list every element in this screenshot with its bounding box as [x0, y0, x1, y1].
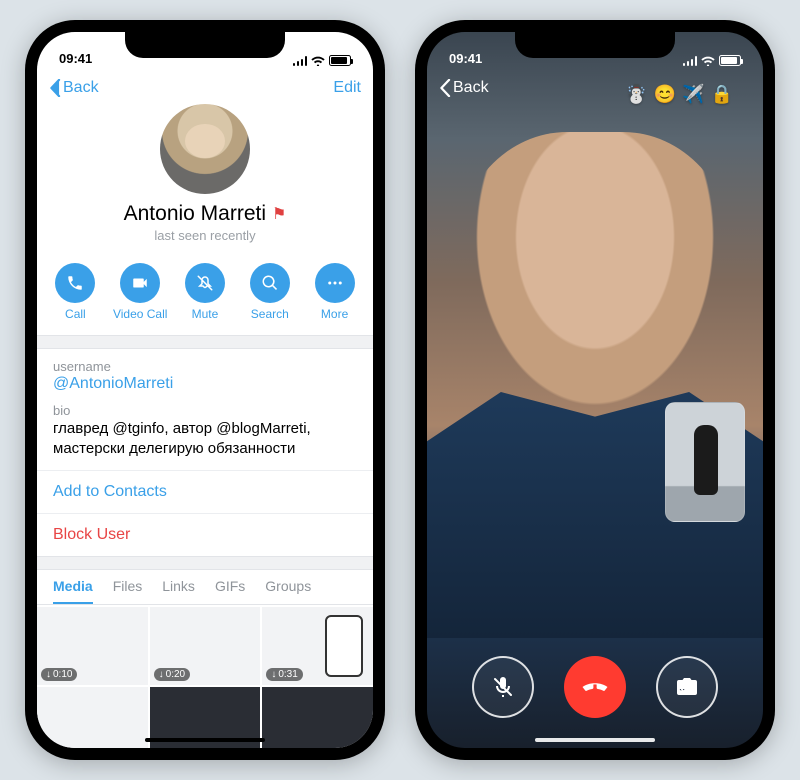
- status-right: [293, 55, 352, 66]
- divider-2: [37, 556, 373, 570]
- media-duration: ↓0:20: [154, 668, 190, 681]
- lock-icon: 🔒: [711, 84, 733, 105]
- media-thumb[interactable]: ↓0:31: [262, 607, 373, 685]
- profile-header: Antonio Marreti ⚑ last seen recently: [37, 108, 373, 253]
- tab-media[interactable]: Media: [53, 578, 93, 604]
- back-button[interactable]: Back: [49, 79, 99, 97]
- tab-links[interactable]: Links: [162, 578, 195, 604]
- emoji-icon: ☃️: [625, 84, 647, 105]
- mute-mic-button[interactable]: [472, 656, 534, 718]
- username-label: username: [53, 359, 357, 374]
- profile-screen: 09:41 Back Edit Antonio Marreti ⚑ last s…: [37, 32, 373, 748]
- status-right: [683, 55, 742, 66]
- emoji-icon: ✈️: [682, 84, 704, 105]
- display-name-text: Antonio Marreti: [124, 202, 266, 226]
- mute-label: Mute: [192, 307, 219, 321]
- search-button[interactable]: Search: [242, 263, 298, 321]
- block-user-button[interactable]: Block User: [37, 513, 373, 556]
- tabs: Media Files Links GIFs Groups: [37, 570, 373, 605]
- wifi-icon: [701, 55, 715, 66]
- bio-label: bio: [53, 403, 357, 418]
- bio-value: главред @tginfo, автор @blogMarreti, мас…: [53, 419, 357, 460]
- microphone-icon: [491, 675, 515, 699]
- info-section: username @AntonioMarreti bio главред @tg…: [37, 349, 373, 470]
- phone-icon: [66, 274, 84, 292]
- mute-button[interactable]: Mute: [177, 263, 233, 321]
- flag-icon: ⚑: [272, 204, 286, 224]
- signal-icon: [293, 56, 308, 66]
- phone-right: 09:41 Back ☃️ 😊 ✈️ 🔒: [415, 20, 775, 760]
- search-icon: [261, 274, 279, 292]
- status-time: 09:41: [59, 51, 92, 66]
- media-thumb[interactable]: ↓0:20: [150, 607, 261, 685]
- tab-groups[interactable]: Groups: [265, 578, 311, 604]
- hangup-icon: [580, 672, 610, 702]
- back-label: Back: [63, 79, 99, 97]
- add-to-contacts-button[interactable]: Add to Contacts: [37, 470, 373, 513]
- nav-bar: Back Edit: [37, 68, 373, 108]
- home-indicator[interactable]: [535, 738, 655, 742]
- video-label: Video Call: [113, 307, 167, 321]
- media-thumb[interactable]: [37, 687, 148, 749]
- flip-camera-button[interactable]: [656, 656, 718, 718]
- self-view-pip[interactable]: [665, 402, 745, 522]
- notch: [515, 32, 675, 58]
- mute-icon: [196, 274, 214, 292]
- phone-left: 09:41 Back Edit Antonio Marreti ⚑ last s…: [25, 20, 385, 760]
- media-duration: ↓0:10: [41, 668, 77, 681]
- search-label: Search: [251, 307, 289, 321]
- remote-video-feed: [457, 132, 733, 432]
- wifi-icon: [311, 55, 325, 66]
- video-call-button[interactable]: Video Call: [112, 263, 168, 321]
- last-seen: last seen recently: [154, 228, 255, 243]
- display-name: Antonio Marreti ⚑: [124, 202, 287, 226]
- battery-icon: [329, 55, 351, 66]
- signal-icon: [683, 56, 698, 66]
- more-label: More: [321, 307, 348, 321]
- end-call-button[interactable]: [564, 656, 626, 718]
- download-icon: ↓: [159, 669, 164, 680]
- video-icon: [131, 274, 149, 292]
- more-button[interactable]: More: [307, 263, 363, 321]
- tab-files[interactable]: Files: [113, 578, 143, 604]
- download-icon: ↓: [271, 669, 276, 680]
- call-controls: [427, 656, 763, 718]
- call-button[interactable]: Call: [47, 263, 103, 321]
- call-label: Call: [65, 307, 86, 321]
- edit-button[interactable]: Edit: [333, 79, 361, 97]
- status-time: 09:41: [449, 51, 482, 66]
- home-indicator[interactable]: [145, 738, 265, 742]
- media-duration: ↓0:31: [266, 668, 302, 681]
- encryption-emoji-row: ☃️ 😊 ✈️ 🔒: [625, 84, 733, 105]
- tab-gifs[interactable]: GIFs: [215, 578, 245, 604]
- chevron-left-icon: [439, 79, 451, 97]
- camera-flip-icon: [675, 675, 699, 699]
- action-row: Call Video Call Mute Search More: [37, 253, 373, 335]
- avatar[interactable]: [160, 104, 250, 194]
- media-grid[interactable]: ↓0:10 ↓0:20 ↓0:31: [37, 605, 373, 749]
- battery-icon: [719, 55, 741, 66]
- notch: [125, 32, 285, 58]
- chevron-left-icon: [49, 79, 61, 97]
- more-icon: [326, 274, 344, 292]
- emoji-icon: 😊: [654, 84, 676, 105]
- video-call-screen: 09:41 Back ☃️ 😊 ✈️ 🔒: [427, 32, 763, 748]
- media-thumb[interactable]: [262, 687, 373, 749]
- back-button[interactable]: Back: [439, 79, 489, 97]
- download-icon: ↓: [46, 669, 51, 680]
- username-value[interactable]: @AntonioMarreti: [53, 375, 357, 393]
- media-thumb[interactable]: ↓0:10: [37, 607, 148, 685]
- back-label: Back: [453, 79, 489, 97]
- divider: [37, 335, 373, 349]
